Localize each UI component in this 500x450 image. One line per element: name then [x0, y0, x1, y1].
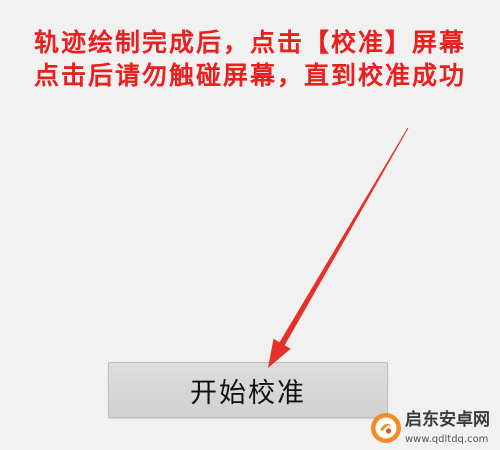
watermark-site-name: 启东安卓网: [405, 410, 490, 430]
watermark-text: 启东安卓网 www.qdltdq.com: [405, 410, 498, 446]
calibration-screen: 轨迹绘制完成后，点击【校准】屏幕 点击后请勿触碰屏幕，直到校准成功 开始校准 启…: [0, 0, 500, 450]
qidong-logo-icon: [371, 413, 401, 443]
instruction-line-2: 点击后请勿触碰屏幕，直到校准成功: [33, 61, 466, 90]
watermark-site-url: www.qdltdq.com: [405, 434, 489, 445]
instruction-text: 轨迹绘制完成后，点击【校准】屏幕 点击后请勿触碰屏幕，直到校准成功: [0, 26, 500, 92]
start-calibration-button[interactable]: 开始校准: [108, 362, 388, 418]
instruction-line-1: 轨迹绘制完成后，点击【校准】屏幕: [33, 28, 466, 57]
watermark: 启东安卓网 www.qdltdq.com: [368, 405, 498, 450]
annotation-arrow-shape: [268, 127, 409, 368]
